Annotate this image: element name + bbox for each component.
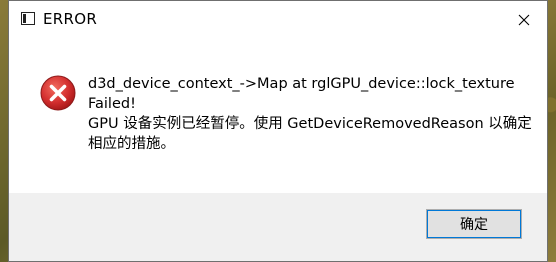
ok-button[interactable]: 确定 bbox=[426, 209, 522, 239]
close-icon bbox=[518, 14, 530, 26]
error-icon bbox=[40, 75, 76, 111]
message-line: 相应的措施。 bbox=[88, 136, 175, 152]
window-title: ERROR bbox=[43, 10, 98, 28]
app-window-icon bbox=[21, 12, 35, 25]
title-bar[interactable]: ERROR bbox=[9, 1, 547, 39]
close-button[interactable] bbox=[501, 1, 547, 39]
message-line: Failed! bbox=[88, 96, 136, 112]
button-bar: 确定 bbox=[9, 193, 547, 261]
error-message: d3d_device_context_->Map at rglGPU_devic… bbox=[88, 74, 532, 154]
error-dialog: ERROR d3d_device_context_->Map at rglGPU… bbox=[8, 0, 548, 262]
message-line: d3d_device_context_->Map at rglGPU_devic… bbox=[88, 76, 515, 92]
message-area: d3d_device_context_->Map at rglGPU_devic… bbox=[9, 39, 547, 194]
message-line: GPU 设备实例已经暂停。使用 GetDeviceRemovedReason 以… bbox=[88, 116, 532, 132]
